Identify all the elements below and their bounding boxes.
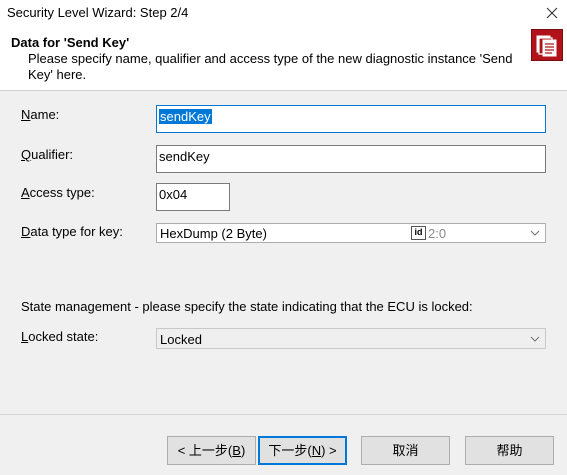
access-type-label-accel: A	[21, 185, 30, 200]
button-bar: < 上一步(B) 下一步(N) > 取消 帮助	[0, 414, 567, 475]
qualifier-label-text: ualifier:	[31, 147, 74, 162]
name-input-value: sendKey	[159, 109, 212, 124]
data-type-label-text: ata type for key:	[30, 224, 123, 239]
locked-state-label: Locked state:	[21, 329, 98, 344]
qualifier-label: Qualifier:	[21, 147, 73, 162]
close-icon	[546, 7, 558, 19]
access-type-label-text: ccess type:	[29, 185, 95, 200]
header-title: Data for 'Send Key'	[11, 35, 130, 50]
next-button-accel: N	[311, 443, 322, 458]
access-type-label: Access type:	[21, 185, 95, 200]
wizard-header: Data for 'Send Key' Please specify name,…	[0, 26, 567, 91]
locked-state-label-text: ocked state:	[28, 329, 99, 344]
header-description: Please specify name, qualifier and acces…	[28, 51, 513, 82]
next-button-label: 下一步(	[268, 443, 312, 458]
next-button-suffix: ) >	[321, 443, 337, 458]
form-area: Name: sendKey Qualifier: sendKey Access …	[0, 91, 567, 414]
cancel-button[interactable]: 取消	[361, 436, 450, 465]
window-title: Security Level Wizard: Step 2/4	[7, 5, 189, 20]
qualifier-label-accel: Q	[21, 147, 32, 162]
back-button-accel: B	[232, 443, 241, 458]
data-type-label: Data type for key:	[21, 224, 123, 239]
documents-icon	[531, 29, 563, 61]
back-button-label: < 上一步(	[177, 443, 233, 458]
locked-state-value: Locked	[160, 332, 202, 347]
name-input[interactable]: sendKey	[156, 105, 546, 133]
data-type-sub-value: 2:0	[428, 226, 447, 241]
qualifier-input[interactable]: sendKey	[156, 145, 546, 173]
close-button[interactable]	[537, 0, 567, 26]
title-bar: Security Level Wizard: Step 2/4	[0, 0, 567, 26]
data-type-value: HexDump (2 Byte)	[160, 226, 267, 241]
name-label-accel: N	[21, 107, 31, 122]
id-badge: id	[411, 226, 426, 240]
data-type-label-accel: D	[21, 224, 31, 239]
access-type-input-value: 0x04	[159, 187, 188, 202]
next-button[interactable]: 下一步(N) >	[258, 436, 347, 465]
state-management-text: State management - please specify the st…	[21, 299, 473, 314]
back-button[interactable]: < 上一步(B)	[167, 436, 256, 465]
chevron-down-icon	[530, 336, 540, 342]
locked-state-dropdown[interactable]: Locked	[156, 328, 546, 349]
back-button-suffix: )	[240, 443, 246, 458]
chevron-down-icon	[530, 230, 540, 236]
access-type-input[interactable]: 0x04	[156, 183, 230, 211]
name-label: Name:	[21, 107, 59, 122]
help-button[interactable]: 帮助	[465, 436, 554, 465]
qualifier-input-value: sendKey	[159, 149, 210, 164]
name-label-text: ame:	[30, 107, 60, 122]
data-type-dropdown[interactable]: HexDump (2 Byte) id 2:0	[156, 223, 546, 243]
